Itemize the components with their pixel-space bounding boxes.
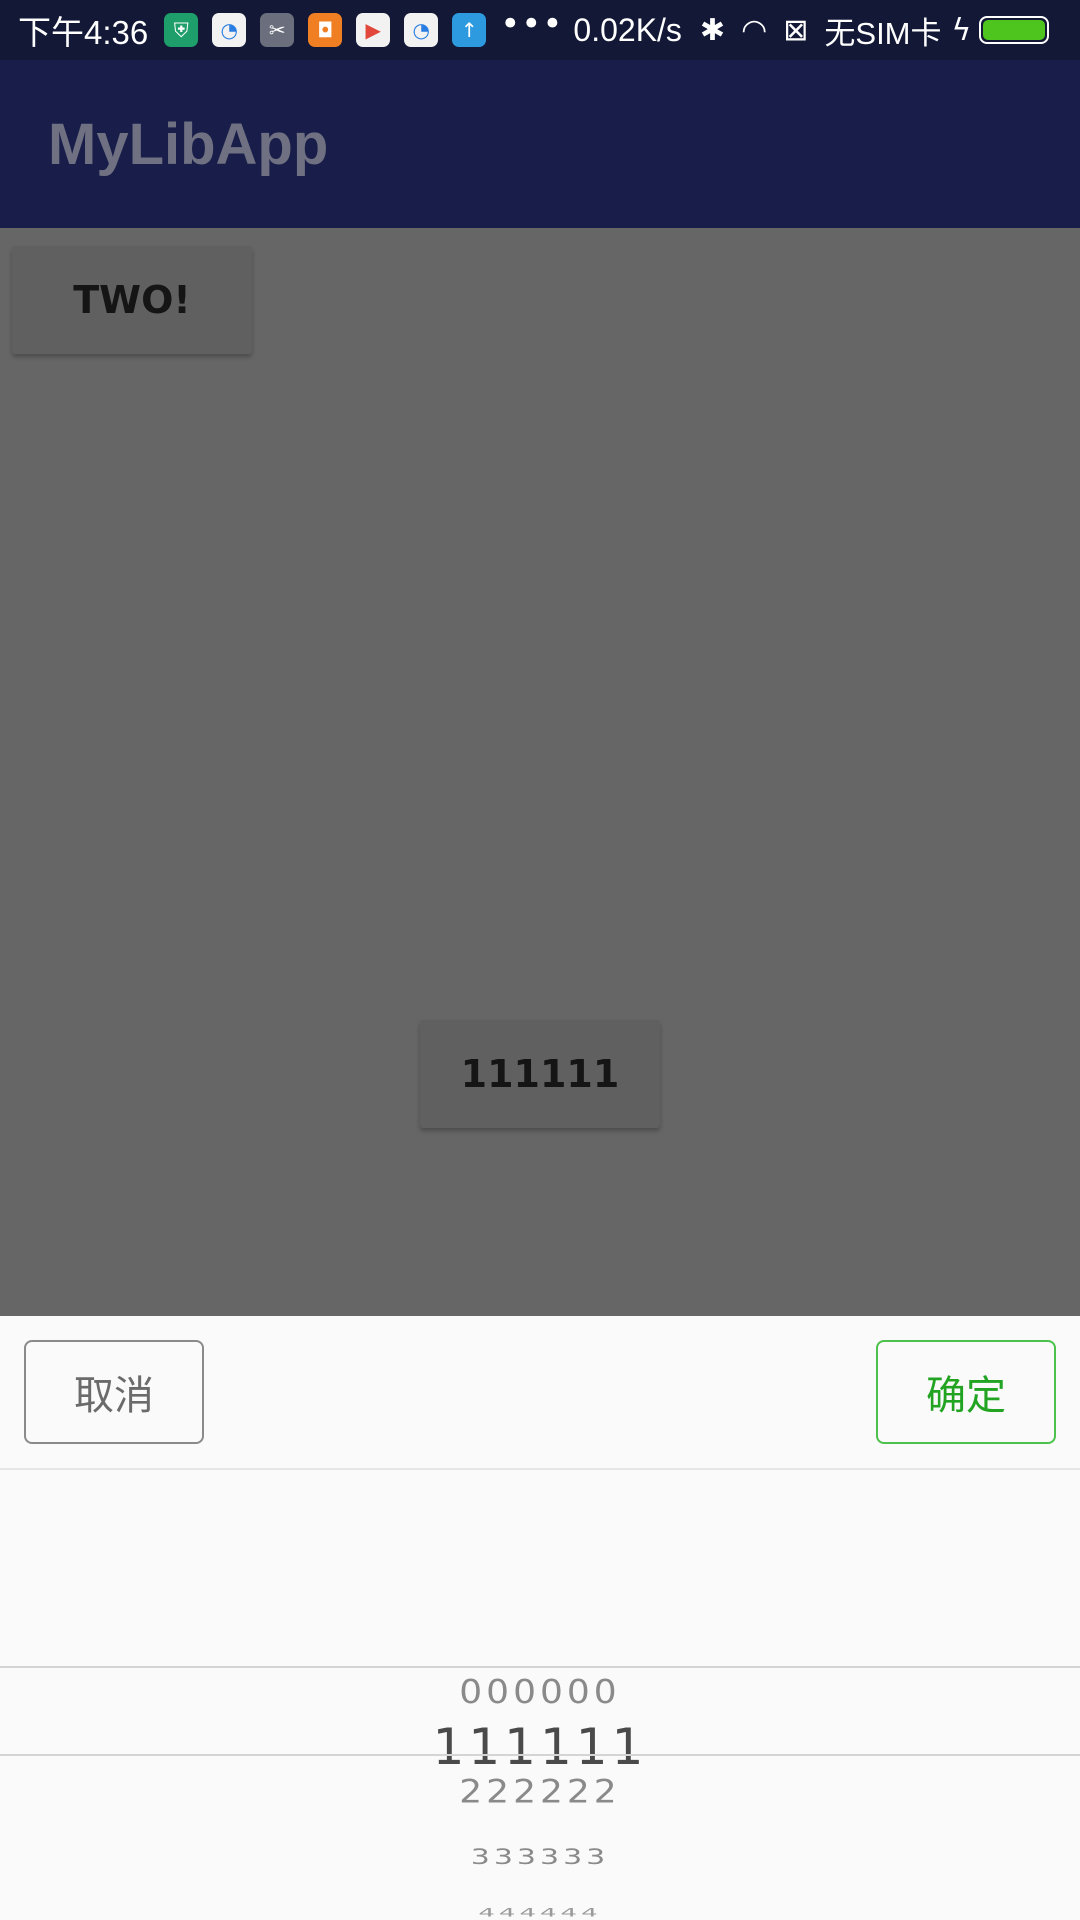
more-notifications-icon: •••: [500, 4, 564, 44]
app-bar: MyLibApp: [0, 60, 1080, 228]
picker-toolbar: 取消 确定: [0, 1316, 1080, 1470]
wifi-icon: ◠: [741, 12, 768, 48]
picker-item[interactable]: 222222: [0, 1774, 1080, 1810]
status-bar: 下午4:36 ⛨ ◔ ✂ ◘ ▶ ◔ ↑ ••• 0.02K/s ✱ ◠ ⊠ 无…: [0, 0, 1080, 60]
battery-fill: [983, 20, 1046, 40]
upload-icon: ↑: [452, 13, 487, 47]
browser2-icon: ◔: [404, 13, 439, 47]
scissors-icon: ✂: [260, 13, 295, 47]
confirm-button[interactable]: 确定: [876, 1340, 1056, 1444]
notification-icons: ⛨ ◔ ✂ ◘ ▶ ◔ ↑: [164, 13, 500, 47]
play-store-icon: ▶: [356, 13, 391, 47]
picker-selection-line-bottom: [0, 1754, 1080, 1756]
no-sim-icon: ⊠: [783, 12, 809, 48]
sim-status: 无SIM卡: [824, 15, 942, 51]
app-title: MyLibApp: [48, 111, 329, 177]
browser-icon: ◔: [212, 13, 247, 47]
picker-item[interactable]: 000000: [0, 1674, 1080, 1712]
shield-icon: ⛨: [164, 13, 199, 47]
mi-store-icon: ◘: [308, 13, 343, 47]
bluetooth-icon: ✱: [699, 12, 726, 48]
network-speed: 0.02K/s: [573, 11, 682, 48]
picker-sheet: 取消 确定 000000 111111 222222 333333 444444: [0, 1316, 1080, 1920]
two-button[interactable]: TWO!: [12, 246, 252, 354]
value-button[interactable]: 111111: [420, 1020, 660, 1128]
cancel-button[interactable]: 取消: [24, 1340, 204, 1444]
status-time: 下午4:36: [18, 14, 149, 51]
picker-item[interactable]: 444444: [0, 1906, 1080, 1920]
picker-item[interactable]: 333333: [0, 1845, 1080, 1870]
battery-icon: [979, 16, 1050, 44]
wheel-picker[interactable]: 000000 111111 222222 333333 444444: [0, 1472, 1080, 1920]
content-area: TWO! 111111: [0, 228, 1080, 1316]
picker-selection-line-top: [0, 1666, 1080, 1668]
picker-item-selected[interactable]: 111111: [0, 1718, 1080, 1776]
charging-icon: ϟ: [951, 12, 972, 48]
